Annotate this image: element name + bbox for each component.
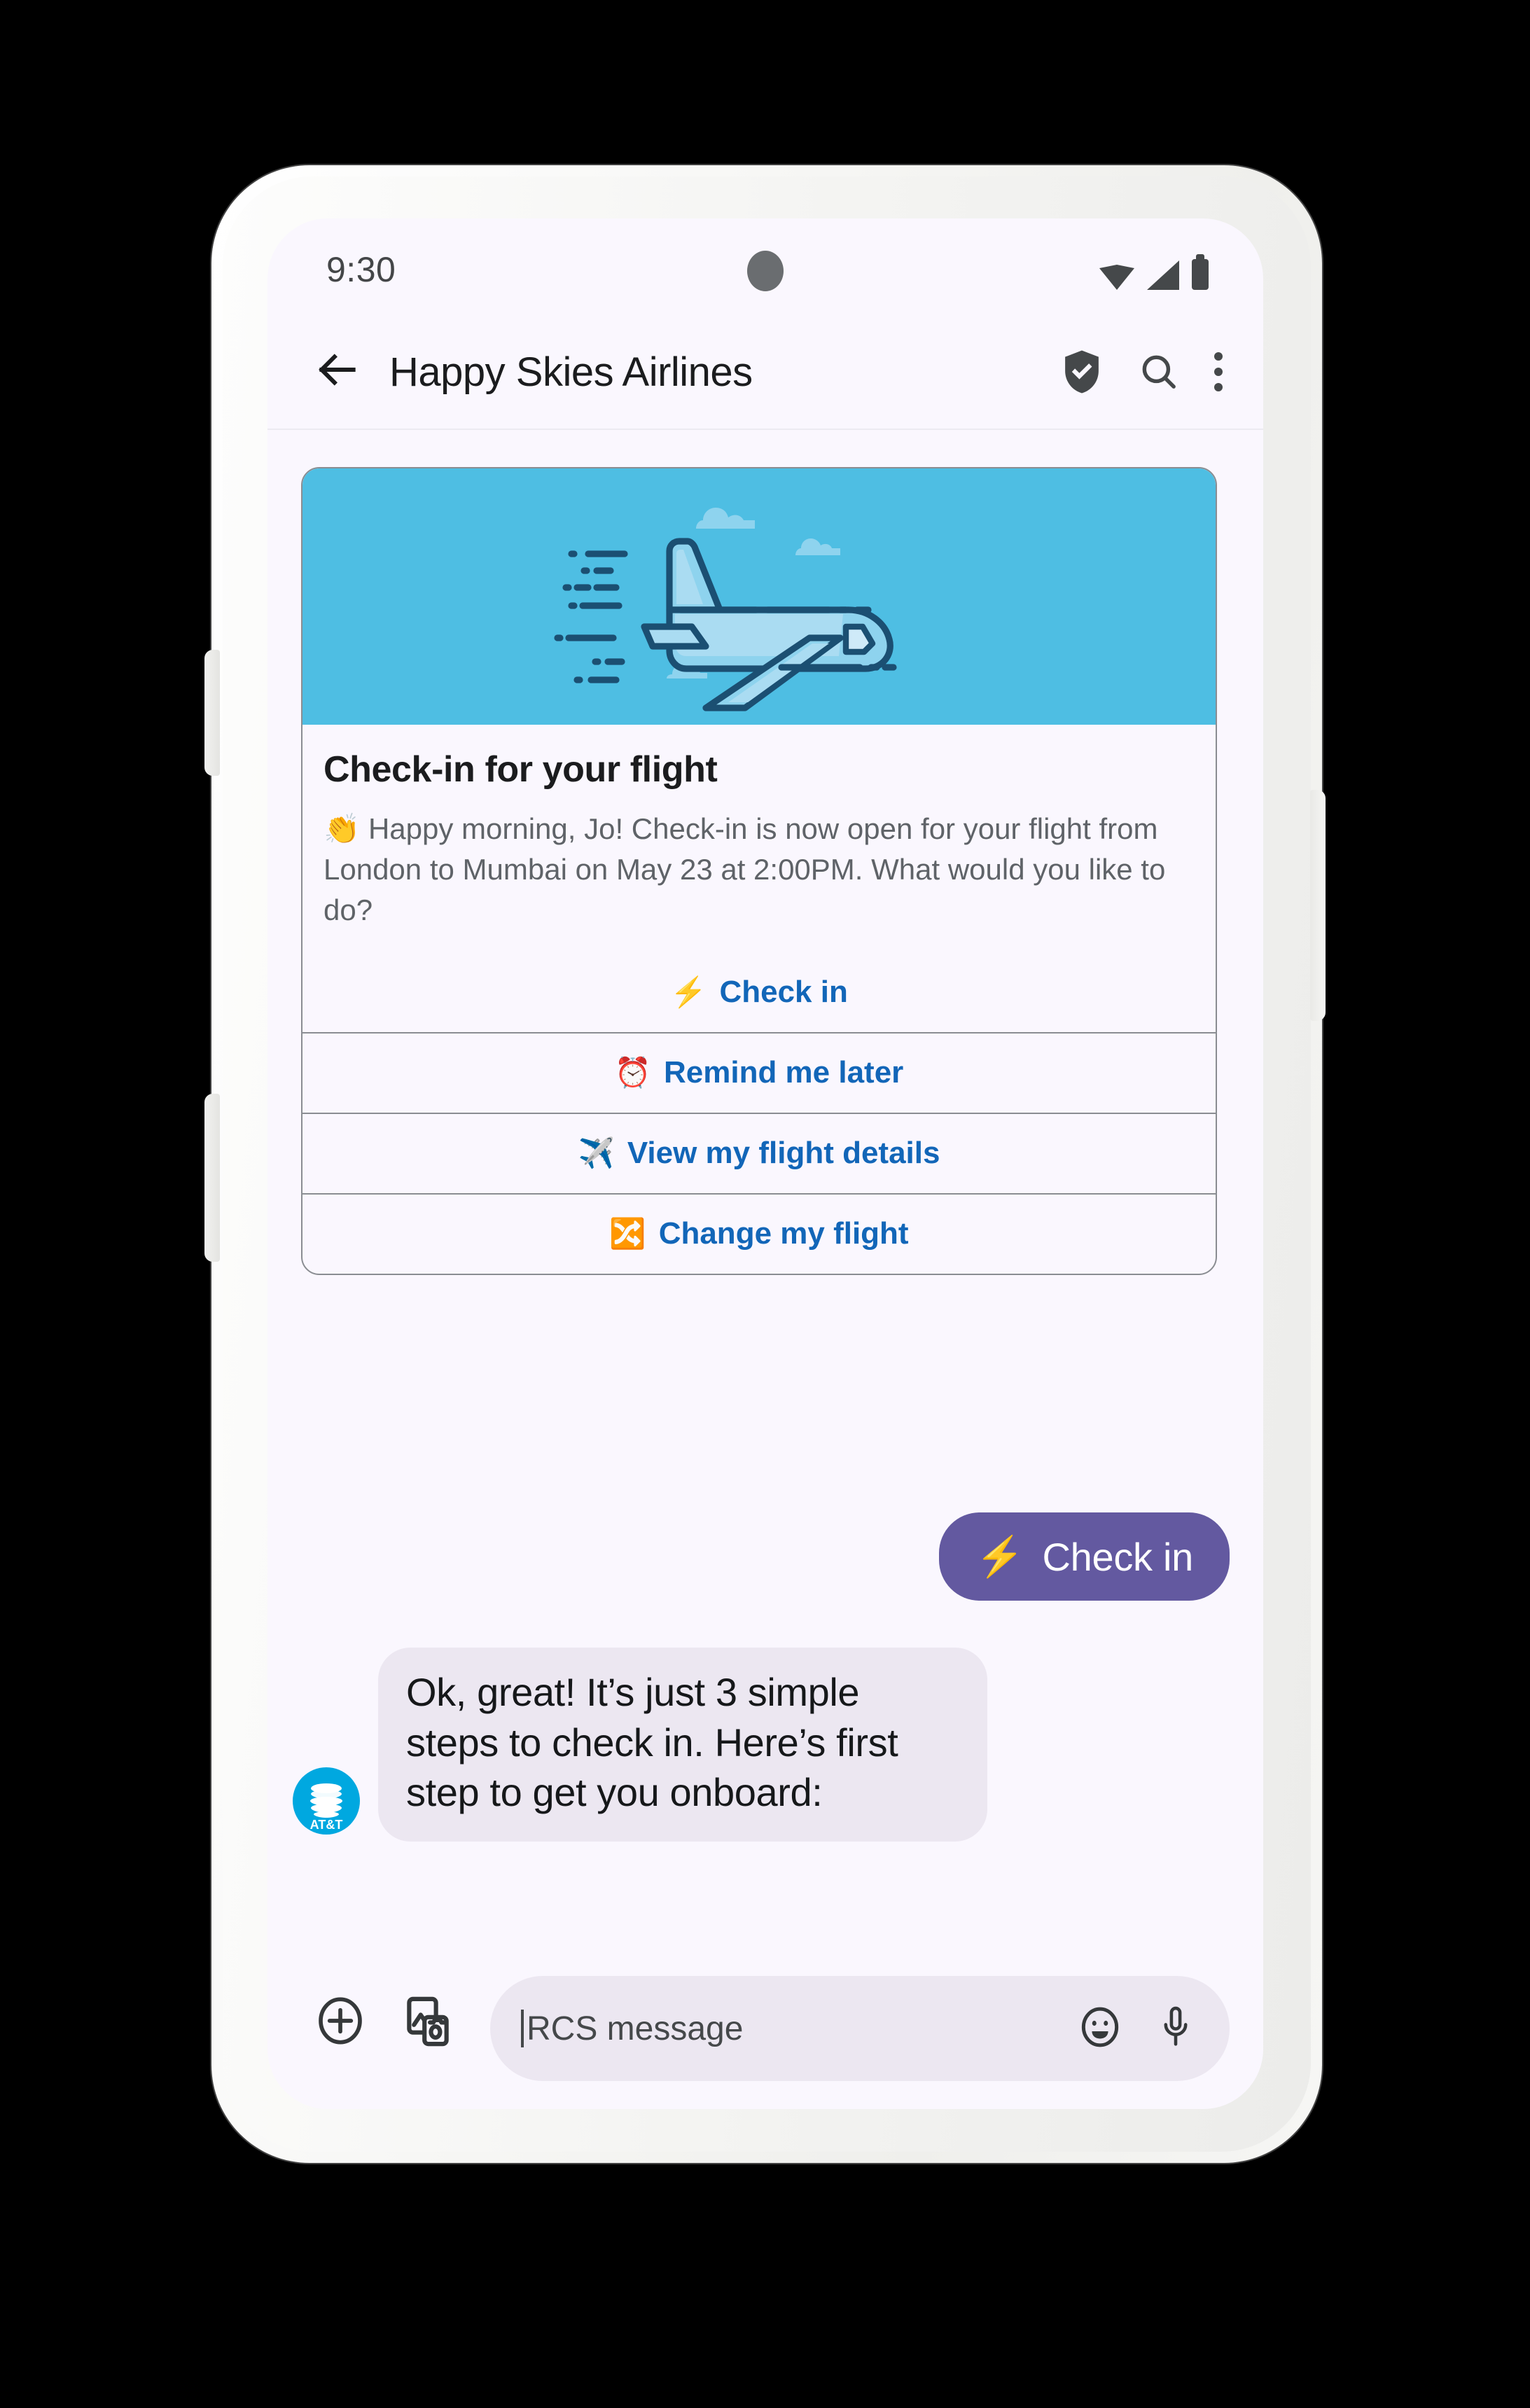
app-bar-actions (1060, 349, 1223, 395)
card-action-check-in[interactable]: ⚡ Check in (302, 953, 1216, 1032)
more-vertical-icon[interactable] (1214, 352, 1223, 391)
wifi-icon (1099, 265, 1134, 290)
search-icon[interactable] (1137, 350, 1181, 394)
card-action-label: Check in (719, 975, 848, 1010)
screenshot-stage: 9:30 Happy Skies Airlines Check-in for y… (0, 0, 1530, 2408)
incoming-message-bubble[interactable]: Ok, great! It’s just 3 simple steps to c… (378, 1648, 987, 1842)
image-gallery-icon[interactable] (399, 1993, 457, 2054)
card-action-remind-me-later[interactable]: ⏰ Remind me later (302, 1031, 1216, 1113)
card-description: 👏 Happy morning, Jo! Check-in is now ope… (324, 812, 1166, 926)
text-caret (521, 2010, 524, 2047)
shuffle-icon: 🔀 (609, 1217, 646, 1251)
card-actions-list: ⚡ Check in ⏰ Remind me later ✈️ View my … (302, 953, 1216, 1274)
outgoing-message-row: ⚡ Check in (939, 1512, 1230, 1601)
app-bar: Happy Skies Airlines (267, 322, 1263, 430)
shield-check-icon[interactable] (1060, 349, 1104, 395)
card-action-change-my-flight[interactable]: 🔀 Change my flight (302, 1192, 1216, 1274)
rich-card: Check-in for your flight 👏 Happy morning… (301, 467, 1217, 1275)
power-button[interactable] (1310, 790, 1326, 1021)
card-action-label: View my flight details (627, 1136, 940, 1171)
card-action-view-flight-details[interactable]: ✈️ View my flight details (302, 1112, 1216, 1193)
microphone-icon[interactable] (1154, 2004, 1197, 2054)
rich-card-body: Check-in for your flight 👏 Happy morning… (302, 725, 1216, 935)
avatar[interactable]: AT&T (293, 1767, 360, 1835)
battery-icon (1192, 254, 1209, 290)
status-bar: 9:30 (267, 218, 1263, 322)
message-composer: RCS message (267, 1942, 1263, 2109)
emoji-smiley-icon[interactable] (1077, 2004, 1123, 2054)
status-clock: 9:30 (326, 250, 396, 289)
lightning-bolt-icon: ⚡ (975, 1534, 1024, 1578)
message-input-placeholder: RCS message (527, 2010, 744, 2047)
volume-up-button[interactable] (204, 650, 220, 776)
card-action-label: Remind me later (663, 1055, 904, 1090)
page-title: Happy Skies Airlines (389, 349, 753, 395)
card-action-label: Change my flight (658, 1216, 909, 1251)
conversation-area: Check-in for your flight 👏 Happy morning… (267, 430, 1263, 1942)
phone-screen: 9:30 Happy Skies Airlines Check-in for y… (267, 218, 1263, 2109)
plus-circle-icon[interactable] (312, 1993, 368, 2052)
front-camera-punchhole (747, 251, 784, 291)
back-arrow-icon[interactable] (314, 346, 361, 394)
card-title: Check-in for your flight (324, 749, 718, 790)
outgoing-message-bubble[interactable]: ⚡ Check in (939, 1512, 1230, 1601)
cellular-signal-icon (1147, 260, 1179, 290)
airplane-icon: ✈️ (578, 1136, 615, 1170)
status-system-icons (1099, 248, 1209, 290)
composer-trailing-icons (1077, 2004, 1197, 2054)
svg-text:AT&T: AT&T (310, 1818, 343, 1832)
airplane-illustration (302, 468, 1216, 725)
alarm-clock-icon: ⏰ (614, 1056, 651, 1090)
incoming-message-row: AT&T Ok, great! It’s just 3 simple steps… (293, 1648, 987, 1842)
lightning-bolt-icon: ⚡ (670, 975, 707, 1009)
volume-down-button[interactable] (204, 1094, 220, 1262)
message-input-pill[interactable]: RCS message (490, 1976, 1230, 2081)
outgoing-message-text: Check in (1042, 1534, 1194, 1579)
